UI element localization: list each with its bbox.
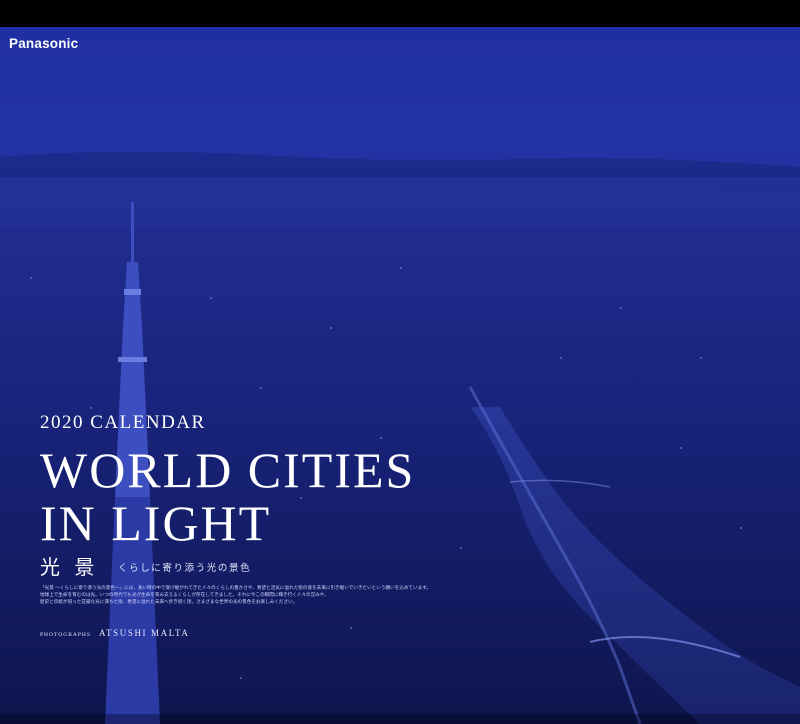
- description-line: 「光景 ～くらしに寄り添う光の景色～」には、長い時の中で受け継がれてきた人々のく…: [40, 586, 431, 591]
- credit-label: PHOTOGRAPHS: [40, 632, 91, 638]
- description-line: 地球上で生命を育むのは光。いつの時代でも光が生命を育み支えるくらしが存在してきま…: [40, 593, 329, 599]
- panasonic-logo: Panasonic: [9, 36, 79, 51]
- photographer-name: ATSUSHI MALTA: [98, 628, 190, 638]
- main-title-line-2: IN LIGHT: [40, 495, 272, 551]
- main-title-line-1: WORLD CITIES: [40, 442, 416, 498]
- photo-credit: PHOTOGRAPHS ATSUSHI MALTA: [40, 623, 189, 641]
- city-night-photo: [0, 27, 800, 724]
- top-black-band: [0, 0, 800, 27]
- calendar-cover: Panasonic 2020 CALENDAR WORLD CITIES IN …: [0, 0, 800, 724]
- skyline-illustration: [0, 151, 800, 724]
- calendar-year-label: 2020 CALENDAR: [40, 412, 206, 433]
- footer-fine-print-band: [0, 714, 800, 724]
- description-block: 「光景 ～くらしに寄り添う光の景色～」には、長い時の中で受け継がれてきた人々のく…: [40, 585, 440, 607]
- description-line: 歴史と伝統が培った荘厳な光に満ちた街、希望に溢れた未来へ歩き続く街。さまざまな世…: [40, 600, 298, 606]
- japanese-subtitle: くらしに寄り添う光の景色: [118, 563, 252, 574]
- japanese-title: 光 景: [40, 555, 99, 579]
